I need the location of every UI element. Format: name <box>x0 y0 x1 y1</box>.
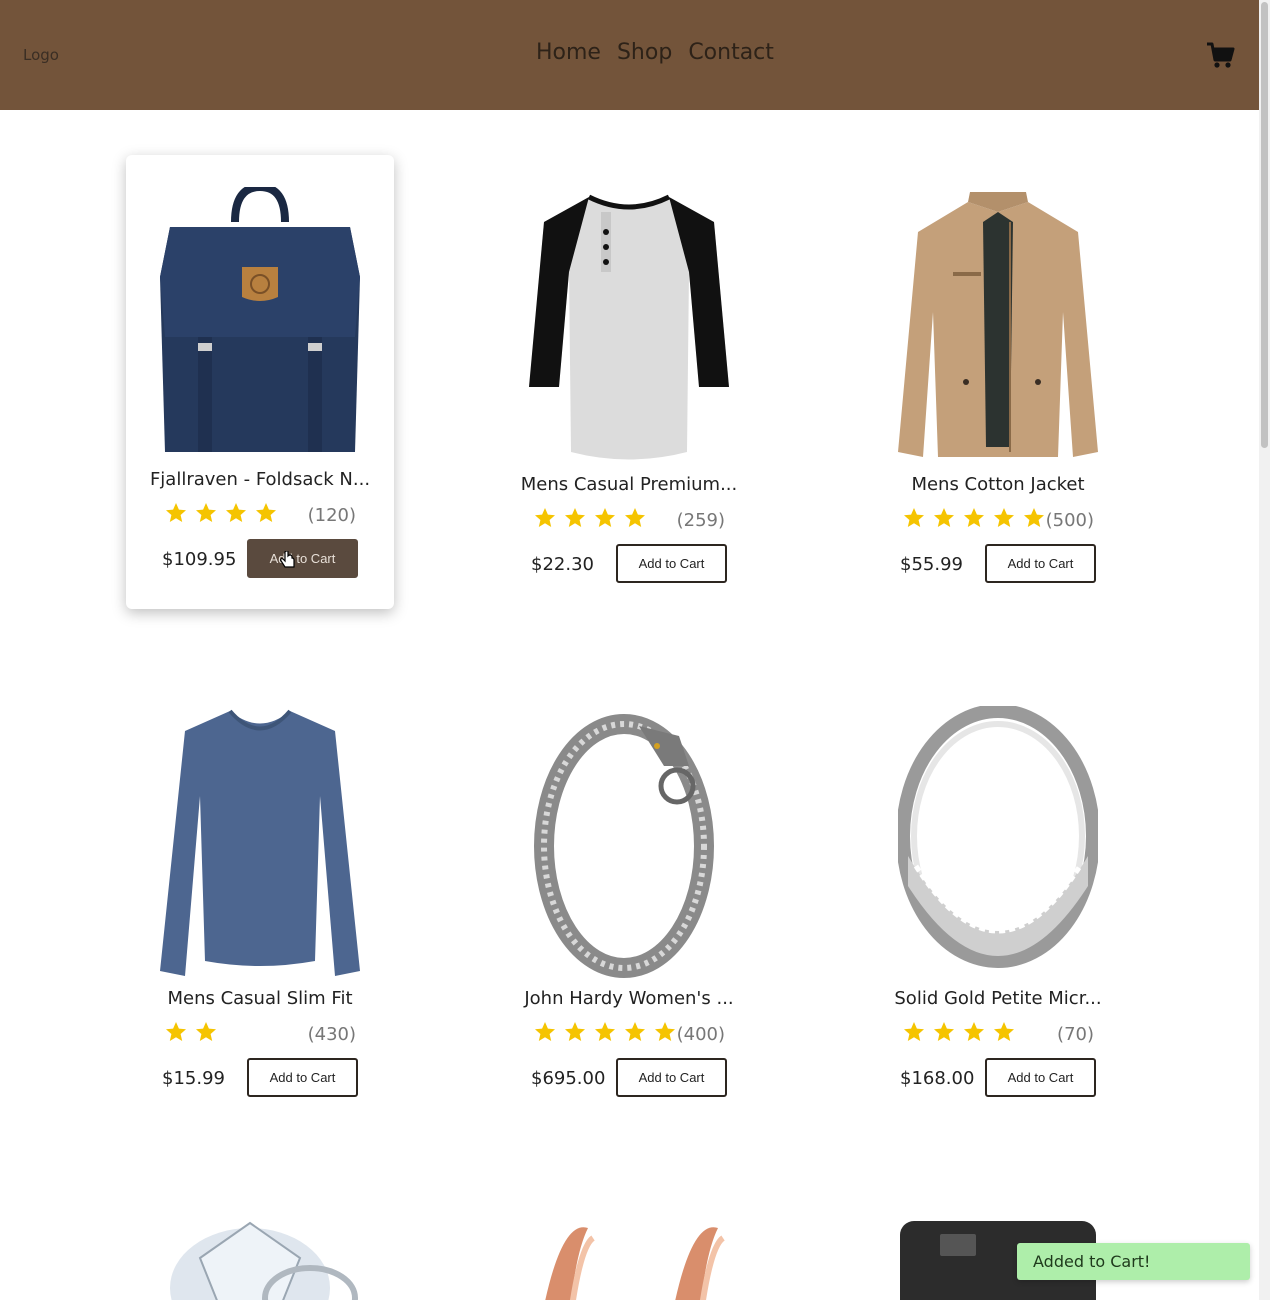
rating-count: (430) <box>307 1024 356 1045</box>
star-icon <box>934 508 954 527</box>
star-icon <box>196 503 216 522</box>
product-price: $109.95 <box>162 549 237 570</box>
star-icon <box>166 503 186 522</box>
rating-stars <box>902 506 1046 530</box>
star-icon <box>565 1022 585 1041</box>
nav-shop-link[interactable]: Shop <box>617 40 672 65</box>
rating-count: (70) <box>1057 1024 1094 1045</box>
star-icon <box>256 503 276 522</box>
product-price: $695.00 <box>531 1068 606 1089</box>
star-icon <box>565 508 585 527</box>
star-icon <box>964 1022 984 1041</box>
product-image-rose-gold-earrings[interactable] <box>528 1218 728 1300</box>
page-scrollbar[interactable] <box>1259 0 1270 1300</box>
product-image-jacket[interactable] <box>898 192 1098 464</box>
product-image-dragon-bracelet[interactable] <box>529 706 729 978</box>
star-icon <box>934 1022 954 1041</box>
star-icon <box>535 1022 555 1041</box>
product-card[interactable]: Mens Casual Slim Fit (430) $15.99 Add to… <box>126 674 394 1128</box>
added-to-cart-toast: Added to Cart! <box>1017 1243 1250 1280</box>
star-icon <box>904 1022 924 1041</box>
product-card[interactable]: Mens Cotton Jacket (500) $55.99 Add to C… <box>864 160 1132 614</box>
add-to-cart-button[interactable]: Add to Cart <box>985 1058 1096 1097</box>
rating-count: (500) <box>1045 510 1094 531</box>
product-card[interactable]: Solid Gold Petite Micr... (70) $168.00 A… <box>864 674 1132 1128</box>
star-icon <box>994 508 1014 527</box>
star-icon <box>535 508 555 527</box>
star-icon <box>595 508 615 527</box>
product-card[interactable]: Fjallraven - Foldsack N... (120) $109.95… <box>126 155 394 609</box>
product-card[interactable]: John Hardy Women's ... (400) $695.00 Add… <box>495 674 763 1128</box>
product-image-backpack[interactable] <box>160 187 360 459</box>
rating-stars <box>533 1020 677 1044</box>
product-price: $168.00 <box>900 1068 975 1089</box>
rating-stars <box>533 506 647 530</box>
star-icon <box>964 508 984 527</box>
add-to-cart-button[interactable]: Add to Cart <box>247 539 358 578</box>
add-to-cart-button[interactable]: Add to Cart <box>985 544 1096 583</box>
product-price: $15.99 <box>162 1068 225 1089</box>
shopping-cart-icon[interactable] <box>1205 38 1235 70</box>
logo[interactable]: Logo <box>23 46 59 64</box>
product-title[interactable]: Fjallraven - Foldsack N... <box>126 469 394 490</box>
product-title[interactable]: Mens Casual Slim Fit <box>126 988 394 1009</box>
product-title[interactable]: Mens Casual Premium... <box>495 474 763 495</box>
product-title[interactable]: Mens Cotton Jacket <box>864 474 1132 495</box>
star-icon <box>904 508 924 527</box>
rating-count: (120) <box>307 505 356 526</box>
star-icon <box>166 1022 186 1041</box>
half-star-icon <box>655 1022 675 1041</box>
add-to-cart-button[interactable]: Add to Cart <box>247 1058 358 1097</box>
rating-stars <box>164 501 278 525</box>
rating-stars <box>164 1020 218 1044</box>
nav-home-link[interactable]: Home <box>536 40 601 65</box>
product-image-diamond-ring[interactable] <box>160 1218 360 1300</box>
half-star-icon <box>1024 508 1044 527</box>
site-header: Logo Home Shop Contact <box>0 0 1259 110</box>
main-nav: Home Shop Contact <box>536 40 774 65</box>
product-title[interactable]: John Hardy Women's ... <box>495 988 763 1009</box>
rating-count: (400) <box>676 1024 725 1045</box>
product-card[interactable]: Mens Casual Premium... (259) $22.30 Add … <box>495 160 763 614</box>
add-to-cart-button[interactable]: Add to Cart <box>616 544 727 583</box>
star-icon <box>595 1022 615 1041</box>
rating-stars <box>902 1020 1016 1044</box>
star-icon <box>196 1022 216 1041</box>
star-icon <box>625 508 645 527</box>
add-to-cart-button[interactable]: Add to Cart <box>616 1058 727 1097</box>
product-title[interactable]: Solid Gold Petite Micr... <box>864 988 1132 1009</box>
star-icon <box>994 1022 1014 1041</box>
rating-count: (259) <box>676 510 725 531</box>
product-price: $55.99 <box>900 554 963 575</box>
star-icon <box>625 1022 645 1041</box>
nav-contact-link[interactable]: Contact <box>688 40 774 65</box>
product-price: $22.30 <box>531 554 594 575</box>
hand-cursor-icon <box>279 550 297 575</box>
scrollbar-thumb[interactable] <box>1261 2 1268 448</box>
product-image-long-sleeve-tee[interactable] <box>160 706 360 978</box>
product-image-raglan-shirt[interactable] <box>529 192 729 464</box>
product-image-silver-ring[interactable] <box>898 706 1098 978</box>
star-icon <box>226 503 246 522</box>
